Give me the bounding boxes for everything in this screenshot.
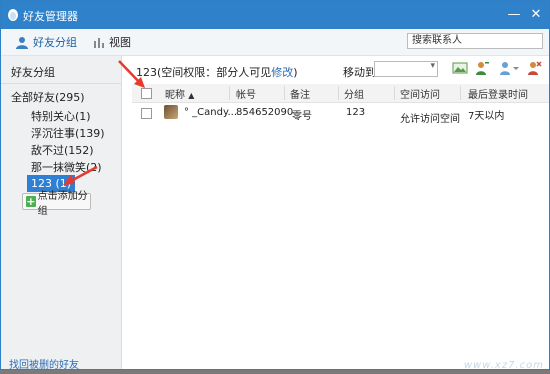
remove-friend-icon[interactable] <box>526 60 542 76</box>
column-separator <box>229 86 230 100</box>
column-separator <box>460 86 461 100</box>
friends-group-label: 好友分组 <box>33 36 77 49</box>
table-header: 昵称 ▲ 帐号 备注 分组 空间访问 最后登录时间 <box>132 84 549 103</box>
move-to-dropdown[interactable] <box>374 61 438 77</box>
sidebar-item-group[interactable]: 浮沉往事(139) <box>31 125 105 141</box>
user-icon <box>16 36 28 49</box>
sidebar-header: 好友分组 <box>11 66 55 79</box>
column-space-access[interactable]: 空间访问 <box>400 86 440 101</box>
column-nickname-label: 昵称 <box>165 90 185 101</box>
close-button[interactable]: ✕ <box>528 7 544 23</box>
friends-group-tab[interactable]: 好友分组 <box>15 34 77 50</box>
window-title: 好友管理器 <box>23 10 78 23</box>
column-separator <box>338 86 339 100</box>
avatar <box>164 105 178 119</box>
row-account: 854652090 <box>236 107 294 118</box>
image-icon[interactable] <box>452 60 468 76</box>
row-checkbox[interactable] <box>141 108 152 119</box>
close-paren: ) <box>293 66 298 79</box>
table-row[interactable]: ° _Candy... 854652090 零号 123 允许访问空间 7天以内 <box>132 102 549 125</box>
add-friend-icon[interactable] <box>474 60 490 76</box>
row-last-login: 7天以内 <box>468 111 505 122</box>
sidebar-item-all-friends[interactable]: 全部好友(295) <box>11 89 85 105</box>
view-tab[interactable]: 视图 <box>93 34 131 50</box>
sidebar: 好友分组 全部好友(295) 特别关心(1) 浮沉往事(139) 敌不过(152… <box>1 56 122 371</box>
title-bar[interactable]: 好友管理器 — ✕ <box>1 1 549 29</box>
column-last-login[interactable]: 最后登录时间 <box>468 86 528 101</box>
qq-penguin-icon <box>8 9 18 21</box>
plus-icon: + <box>26 195 36 208</box>
friend-manager-window: 好友管理器 — ✕ 好友分组 视图 搜索联系人 好友分组 全部好友(295) 特… <box>0 0 550 371</box>
column-account[interactable]: 帐号 <box>236 86 256 101</box>
search-input[interactable]: 搜索联系人 <box>407 33 543 49</box>
bar-chart-icon <box>94 38 104 48</box>
sidebar-item-group[interactable]: 那一抹微笑(2) <box>31 159 102 175</box>
view-label: 视图 <box>109 36 131 49</box>
row-group: 123 <box>346 107 366 118</box>
select-all-checkbox[interactable] <box>141 88 152 99</box>
row-remark: 零号 <box>292 111 312 122</box>
add-group-button[interactable]: + 点击添加分组 <box>22 191 91 217</box>
column-separator <box>284 86 285 100</box>
main-panel: 123(空间权限：部分人可见修改) 移动到 昵称 ▲ 帐号 <box>122 56 549 369</box>
group-permission-info: 123(空间权限：部分人可见修改) <box>136 64 298 80</box>
watermark: www.xz7.com <box>463 360 544 371</box>
add-group-label: 点击添加分组 <box>37 190 88 217</box>
column-separator <box>394 86 395 100</box>
sidebar-divider <box>1 83 121 84</box>
minimize-button[interactable]: — <box>506 7 522 23</box>
column-remark[interactable]: 备注 <box>290 86 310 101</box>
row-space-access: 允许访问空间 <box>400 114 460 125</box>
sidebar-item-group[interactable]: 敌不过(152) <box>31 142 94 158</box>
group-info-text: 123(空间权限：部分人可见 <box>136 66 272 79</box>
column-nickname[interactable]: 昵称 ▲ <box>165 86 194 101</box>
manage-friends-icon[interactable] <box>498 60 520 76</box>
recover-deleted-friends-link[interactable]: 找回被删的好友 <box>9 356 79 371</box>
move-to-label: 移动到 <box>343 66 376 79</box>
column-group[interactable]: 分组 <box>344 86 364 101</box>
sidebar-item-group[interactable]: 特别关心(1) <box>31 108 91 124</box>
toolbar: 好友分组 视图 搜索联系人 <box>1 29 549 56</box>
row-nickname: ° _Candy... <box>184 107 238 118</box>
modify-link[interactable]: 修改 <box>271 66 293 79</box>
sort-arrow-icon: ▲ <box>188 91 195 100</box>
